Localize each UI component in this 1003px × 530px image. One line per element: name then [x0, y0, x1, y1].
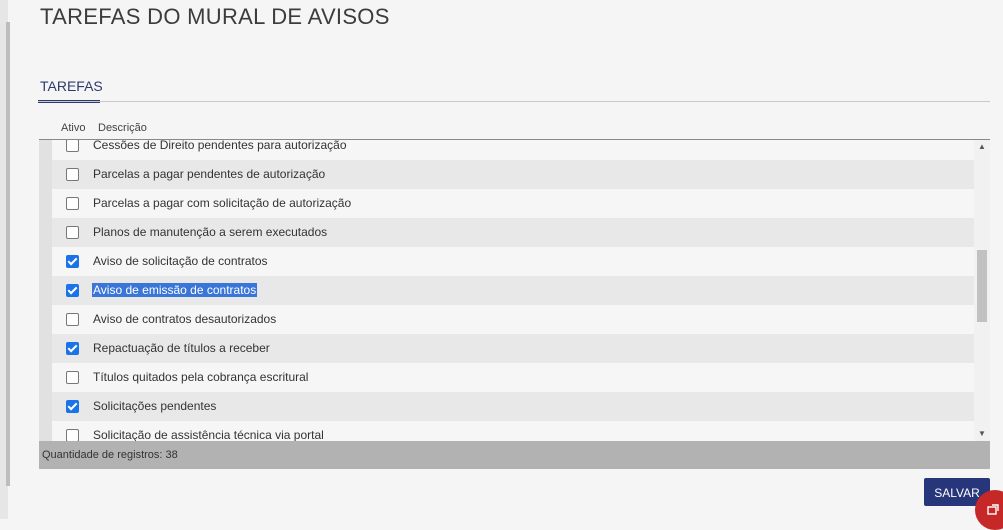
- tab-divider: [38, 101, 990, 102]
- row-description: Planos de manutenção a serem executados: [93, 225, 328, 239]
- tasks-grid: Ativo Descrição Cessões de Direito pende…: [39, 117, 990, 469]
- row-description: Cessões de Direito pendentes para autori…: [93, 140, 347, 152]
- record-count: Quantidade de registros: 38: [42, 449, 178, 461]
- table-row[interactable]: Solicitações pendentes: [39, 392, 974, 421]
- ativo-checkbox[interactable]: [66, 226, 79, 239]
- row-description: Solicitações pendentes: [93, 399, 217, 413]
- page-title: TAREFAS DO MURAL DE AVISOS: [40, 4, 390, 29]
- ativo-checkbox[interactable]: [66, 429, 79, 441]
- table-row[interactable]: Parcelas a pagar pendentes de autorizaçã…: [39, 160, 974, 189]
- table-row[interactable]: Aviso de emissão de contratos: [39, 276, 974, 305]
- feedback-icon: [987, 504, 999, 515]
- ativo-checkbox[interactable]: [66, 371, 79, 384]
- row-indicator-cell: [39, 276, 52, 305]
- vertical-scrollbar[interactable]: ▲ ▼: [974, 140, 990, 441]
- table-row[interactable]: Parcelas a pagar com solicitação de auto…: [39, 189, 974, 218]
- row-indicator-cell: [39, 392, 52, 421]
- ativo-checkbox[interactable]: [66, 400, 79, 413]
- column-header-descricao[interactable]: Descrição: [98, 122, 147, 134]
- table-row[interactable]: Títulos quitados pela cobrança escritura…: [39, 363, 974, 392]
- row-indicator-cell: [39, 140, 52, 160]
- row-description: Aviso de solicitação de contratos: [93, 254, 268, 268]
- ativo-checkbox[interactable]: [66, 255, 79, 268]
- table-row[interactable]: Repactuação de títulos a receber: [39, 334, 974, 363]
- row-description: Parcelas a pagar pendentes de autorizaçã…: [93, 167, 326, 181]
- ativo-checkbox[interactable]: [66, 197, 79, 210]
- ativo-checkbox[interactable]: [66, 313, 79, 326]
- row-indicator-cell: [39, 334, 52, 363]
- scroll-down-icon[interactable]: ▼: [974, 427, 990, 441]
- ativo-checkbox[interactable]: [66, 342, 79, 355]
- table-row[interactable]: Planos de manutenção a serem executados: [39, 218, 974, 247]
- ativo-checkbox[interactable]: [66, 284, 79, 297]
- row-indicator-cell: [39, 363, 52, 392]
- scrollbar-thumb[interactable]: [977, 250, 987, 322]
- row-indicator-cell: [39, 421, 52, 441]
- row-description: Repactuação de títulos a receber: [93, 341, 270, 355]
- tab-tarefas[interactable]: TAREFAS: [40, 78, 103, 94]
- table-row[interactable]: Aviso de contratos desautorizados: [39, 305, 974, 334]
- row-indicator-cell: [39, 160, 52, 189]
- table-row[interactable]: Aviso de solicitação de contratos: [39, 247, 974, 276]
- left-rail-divider: [6, 22, 10, 486]
- row-description: Solicitação de assistência técnica via p…: [93, 428, 324, 441]
- column-header-ativo[interactable]: Ativo: [61, 122, 85, 134]
- grid-rows: Cessões de Direito pendentes para autori…: [39, 140, 974, 441]
- feedback-badge[interactable]: [975, 490, 1003, 530]
- table-row[interactable]: Solicitação de assistência técnica via p…: [39, 421, 974, 441]
- row-description: Títulos quitados pela cobrança escritura…: [93, 370, 309, 384]
- table-row[interactable]: Cessões de Direito pendentes para autori…: [39, 140, 974, 160]
- row-description: Aviso de emissão de contratos: [92, 283, 258, 297]
- row-description: Parcelas a pagar com solicitação de auto…: [93, 196, 352, 210]
- ativo-checkbox[interactable]: [66, 168, 79, 181]
- row-indicator-cell: [39, 247, 52, 276]
- ativo-checkbox[interactable]: [66, 140, 79, 152]
- row-description: Aviso de contratos desautorizados: [93, 312, 277, 326]
- grid-header: Ativo Descrição: [39, 117, 990, 140]
- row-indicator-cell: [39, 189, 52, 218]
- row-indicator-cell: [39, 218, 52, 247]
- row-indicator-cell: [39, 305, 52, 334]
- scroll-up-icon[interactable]: ▲: [974, 140, 990, 154]
- grid-footer: Quantidade de registros: 38: [39, 441, 990, 469]
- grid-body: Cessões de Direito pendentes para autori…: [39, 140, 974, 441]
